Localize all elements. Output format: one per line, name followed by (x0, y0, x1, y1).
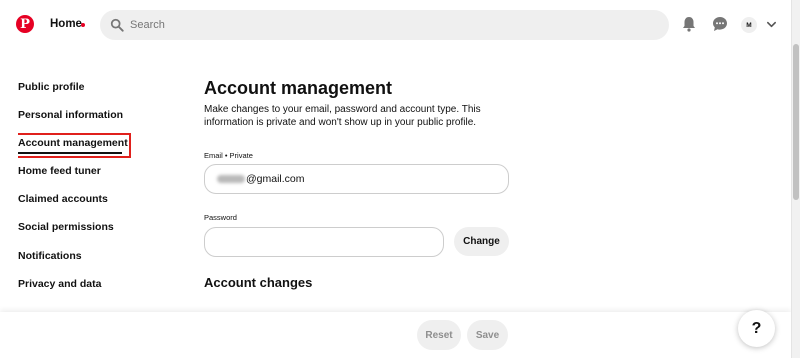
sidebar-item-public-profile[interactable]: Public profile (18, 81, 85, 93)
sidebar-item-personal-information[interactable]: Personal information (18, 109, 123, 121)
active-tab-indicator (18, 152, 122, 154)
home-link[interactable]: Home (50, 18, 82, 30)
settings-sidebar: Public profile Personal information Acco… (18, 80, 168, 312)
scrollbar-thumb[interactable] (793, 44, 799, 200)
help-button[interactable]: ? (738, 310, 775, 347)
save-button[interactable]: Save (467, 320, 508, 350)
password-label: Password (204, 213, 237, 222)
page-description: Make changes to your email, password and… (204, 104, 481, 128)
sidebar-item-privacy-and-data[interactable]: Privacy and data (18, 278, 101, 290)
sidebar-item-home-feed-tuner[interactable]: Home feed tuner (18, 165, 101, 177)
sidebar-item-notifications[interactable]: Notifications (18, 250, 82, 262)
email-label: Email • Private (204, 151, 253, 160)
chevron-down-icon[interactable] (766, 19, 777, 30)
home-notification-dot (81, 23, 85, 27)
page-title: Account management (204, 78, 393, 98)
settings-footer: Reset Save (0, 312, 791, 358)
account-management-panel: Account management Make changes to your … (204, 0, 764, 312)
search-icon (110, 18, 124, 32)
password-field[interactable] (204, 227, 444, 257)
logo-letter: P (20, 17, 30, 32)
pinterest-logo[interactable]: P (16, 15, 34, 33)
sidebar-item-account-management[interactable]: Account management (18, 137, 128, 149)
change-password-button[interactable]: Change (454, 227, 509, 256)
sidebar-item-social-permissions[interactable]: Social permissions (18, 221, 114, 233)
sidebar-item-claimed-accounts[interactable]: Claimed accounts (18, 193, 108, 205)
redacted-email-username (217, 175, 245, 183)
reset-button[interactable]: Reset (417, 320, 461, 350)
email-domain: @gmail.com (246, 173, 305, 185)
account-changes-heading: Account changes (204, 275, 313, 290)
email-field[interactable]: @gmail.com (204, 164, 509, 194)
page-scrollbar[interactable] (791, 0, 800, 358)
